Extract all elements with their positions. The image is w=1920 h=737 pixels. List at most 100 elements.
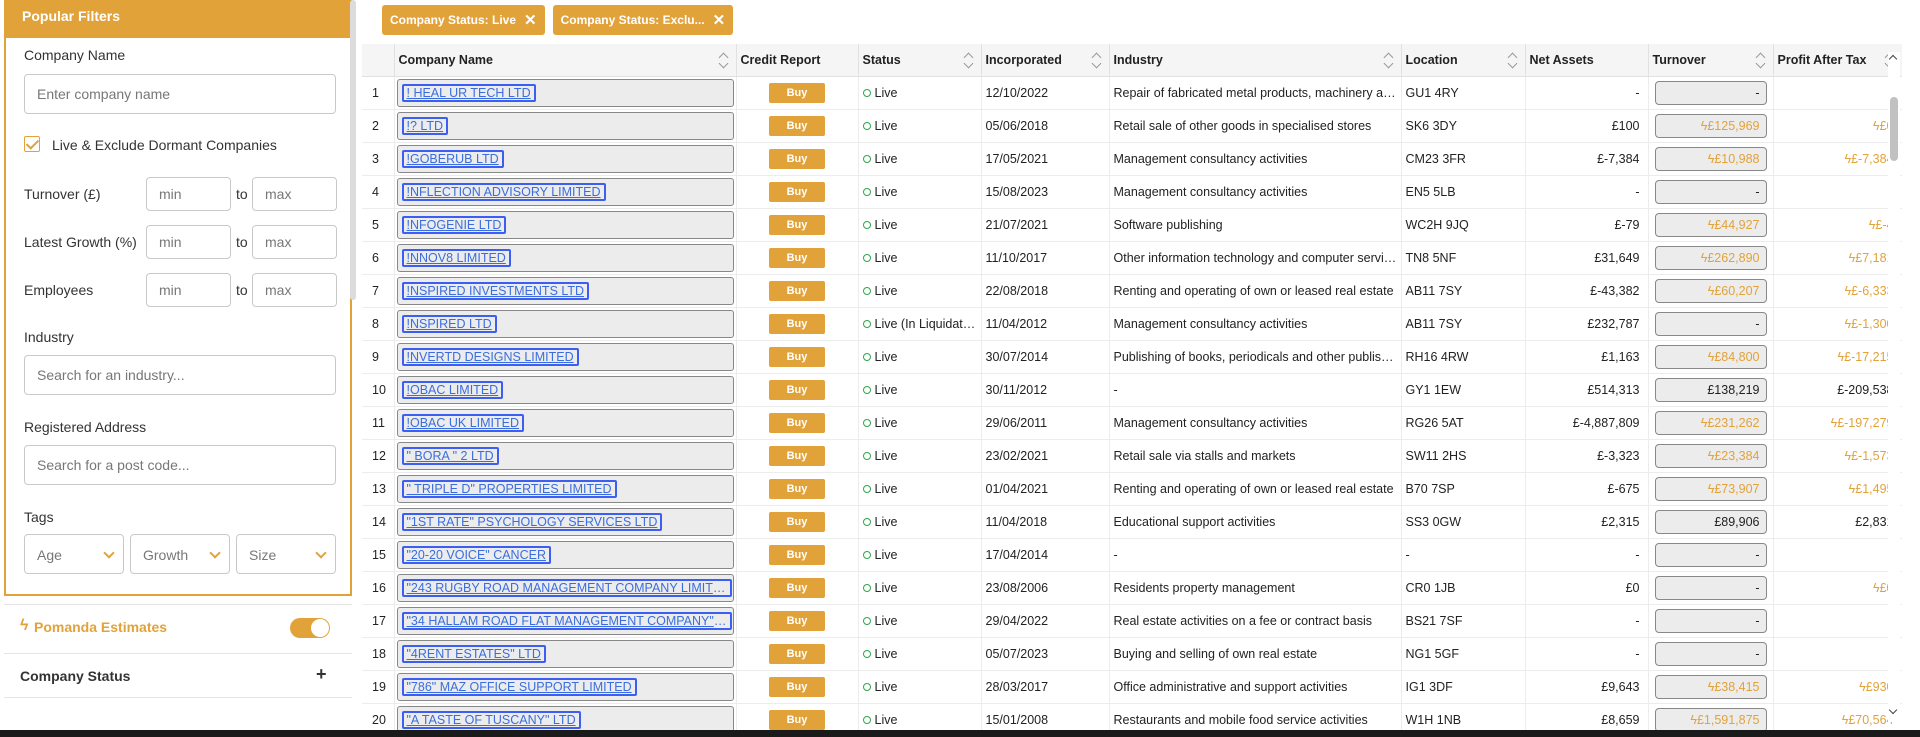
- buy-button[interactable]: Buy: [769, 709, 825, 730]
- growth-min-input[interactable]: [146, 225, 231, 259]
- sidebar-scrollbar[interactable]: [350, 0, 356, 300]
- table-scrollbar[interactable]: [1888, 52, 1900, 722]
- buy-button[interactable]: Buy: [769, 676, 825, 697]
- company-name-link[interactable]: !OBAC LIMITED: [401, 380, 504, 399]
- company-name-link[interactable]: !NSPIRED LTD: [401, 314, 497, 333]
- company-name-link[interactable]: "4RENT ESTATES" LTD: [401, 644, 546, 663]
- pomanda-estimates-toggle[interactable]: [290, 618, 330, 638]
- turnover-box[interactable]: ϟ£1,591,875: [1654, 707, 1767, 730]
- company-name-link[interactable]: " TRIPLE D" PROPERTIES LIMITED: [401, 479, 617, 498]
- turnover-min-input[interactable]: [146, 177, 231, 211]
- turnover-box[interactable]: -: [1654, 542, 1767, 567]
- col-header-industry[interactable]: Industry: [1109, 44, 1402, 77]
- postcode-search-input[interactable]: [24, 445, 336, 485]
- company-name-link[interactable]: "20-20 VOICE" CANCER: [401, 545, 551, 564]
- turnover-value: £84,800: [1714, 349, 1760, 364]
- company-name-link[interactable]: "A TASTE OF TUSCANY" LTD: [401, 710, 581, 729]
- buy-button[interactable]: Buy: [769, 577, 825, 598]
- col-header-incorporated[interactable]: Incorporated: [981, 44, 1110, 77]
- industry-search-input[interactable]: [24, 355, 336, 395]
- scroll-up-icon[interactable]: [1888, 54, 1898, 64]
- close-icon[interactable]: ✕: [524, 11, 537, 29]
- turnover-box[interactable]: ϟ£10,988: [1654, 146, 1767, 171]
- turnover-box[interactable]: ϟ£231,262: [1654, 410, 1767, 435]
- plus-icon[interactable]: +: [316, 664, 327, 685]
- turnover-box[interactable]: ϟ£44,927: [1654, 212, 1767, 237]
- buy-button[interactable]: Buy: [769, 445, 825, 466]
- company-name-link[interactable]: !NFOGENIE LTD: [401, 215, 507, 234]
- turnover-box[interactable]: ϟ£38,415: [1654, 674, 1767, 699]
- turnover-box[interactable]: -: [1654, 179, 1767, 204]
- buy-button[interactable]: Buy: [769, 82, 825, 103]
- company-name-link[interactable]: !NNOV8 LIMITED: [401, 248, 511, 267]
- turnover-box[interactable]: -: [1654, 608, 1767, 633]
- buy-button[interactable]: Buy: [769, 643, 825, 664]
- scroll-down-icon[interactable]: [1888, 705, 1898, 715]
- company-name-link[interactable]: !OBAC UK LIMITED: [401, 413, 525, 432]
- turnover-box[interactable]: -: [1654, 575, 1767, 600]
- company-name-link[interactable]: "34 HALLAM ROAD FLAT MANAGEMENT COMPANY"…: [401, 611, 732, 630]
- tag-size-select[interactable]: Size: [236, 534, 336, 574]
- buy-button[interactable]: Buy: [769, 478, 825, 499]
- company-name-link[interactable]: !NVERTD DESIGNS LIMITED: [401, 347, 579, 366]
- buy-button[interactable]: Buy: [769, 313, 825, 334]
- buy-button[interactable]: Buy: [769, 412, 825, 433]
- employees-max-input[interactable]: [252, 273, 337, 307]
- tag-growth-select[interactable]: Growth: [130, 534, 230, 574]
- buy-button[interactable]: Buy: [769, 214, 825, 235]
- buy-button[interactable]: Buy: [769, 247, 825, 268]
- company-name-link[interactable]: !GOBERUB LTD: [401, 149, 504, 168]
- live-exclude-dormant-checkbox[interactable]: [24, 136, 40, 152]
- company-name-link[interactable]: !NFLECTION ADVISORY LIMITED: [401, 182, 606, 201]
- turnover-box[interactable]: -: [1654, 80, 1767, 105]
- turnover-box[interactable]: ϟ£60,207: [1654, 278, 1767, 303]
- growth-max-input[interactable]: [252, 225, 337, 259]
- buy-button[interactable]: Buy: [769, 346, 825, 367]
- scroll-thumb[interactable]: [1890, 97, 1898, 161]
- company-status-section[interactable]: Company Status +: [4, 653, 352, 698]
- col-header-status[interactable]: Status: [858, 44, 982, 77]
- sort-icon[interactable]: [1093, 52, 1101, 66]
- sort-icon[interactable]: [720, 52, 728, 66]
- buy-button[interactable]: Buy: [769, 280, 825, 301]
- chip-company-status-live[interactable]: Company Status: Live ✕: [382, 5, 545, 35]
- buy-button[interactable]: Buy: [769, 379, 825, 400]
- company-name-link[interactable]: !NSPIRED INVESTMENTS LTD: [401, 281, 590, 300]
- turnover-box[interactable]: ϟ£125,969: [1654, 113, 1767, 138]
- company-name-input[interactable]: [24, 74, 336, 114]
- table-row: 18 "4RENT ESTATES" LTD Buy Live 05/07/2023 Bu…: [362, 637, 1902, 671]
- tag-age-select[interactable]: Age: [24, 534, 124, 574]
- company-name-link[interactable]: "243 RUGBY ROAD MANAGEMENT COMPANY LIMIT…: [401, 578, 732, 597]
- turnover-box[interactable]: -: [1654, 641, 1767, 666]
- employees-min-input[interactable]: [146, 273, 231, 307]
- turnover-box[interactable]: ϟ£84,800: [1654, 344, 1767, 369]
- turnover-box[interactable]: ϟ£262,890: [1654, 245, 1767, 270]
- buy-button[interactable]: Buy: [769, 181, 825, 202]
- turnover-box[interactable]: -: [1654, 311, 1767, 336]
- close-icon[interactable]: ✕: [713, 11, 726, 29]
- turnover-box[interactable]: ϟ£23,384: [1654, 443, 1767, 468]
- company-name-link[interactable]: ! HEAL UR TECH LTD: [401, 83, 536, 102]
- col-header-company-name[interactable]: Company Name: [394, 44, 737, 77]
- chip-company-status-exclude[interactable]: Company Status: Exclu... ✕: [552, 5, 734, 35]
- company-name-link[interactable]: "1ST RATE" PSYCHOLOGY SERVICES LTD: [401, 512, 663, 531]
- turnover-box[interactable]: £138,219: [1654, 377, 1767, 402]
- buy-button[interactable]: Buy: [769, 148, 825, 169]
- buy-button[interactable]: Buy: [769, 511, 825, 532]
- company-name-link[interactable]: !? LTD: [401, 116, 449, 135]
- sort-icon[interactable]: [965, 52, 973, 66]
- sort-icon[interactable]: [1757, 52, 1765, 66]
- col-header-turnover[interactable]: Turnover: [1648, 44, 1774, 77]
- company-name-link[interactable]: "786" MAZ OFFICE SUPPORT LIMITED: [401, 677, 637, 696]
- buy-button[interactable]: Buy: [769, 610, 825, 631]
- buy-button[interactable]: Buy: [769, 544, 825, 565]
- sort-icon[interactable]: [1385, 52, 1393, 66]
- sort-icon[interactable]: [1509, 52, 1517, 66]
- turnover-box[interactable]: £89,906: [1654, 509, 1767, 534]
- company-name-link[interactable]: " BORA " 2 LTD: [401, 446, 499, 465]
- buy-button[interactable]: Buy: [769, 115, 825, 136]
- turnover-box[interactable]: ϟ£73,907: [1654, 476, 1767, 501]
- col-header-profit-after-tax[interactable]: Profit After Tax: [1773, 44, 1902, 77]
- col-header-location[interactable]: Location: [1401, 44, 1526, 77]
- turnover-max-input[interactable]: [252, 177, 337, 211]
